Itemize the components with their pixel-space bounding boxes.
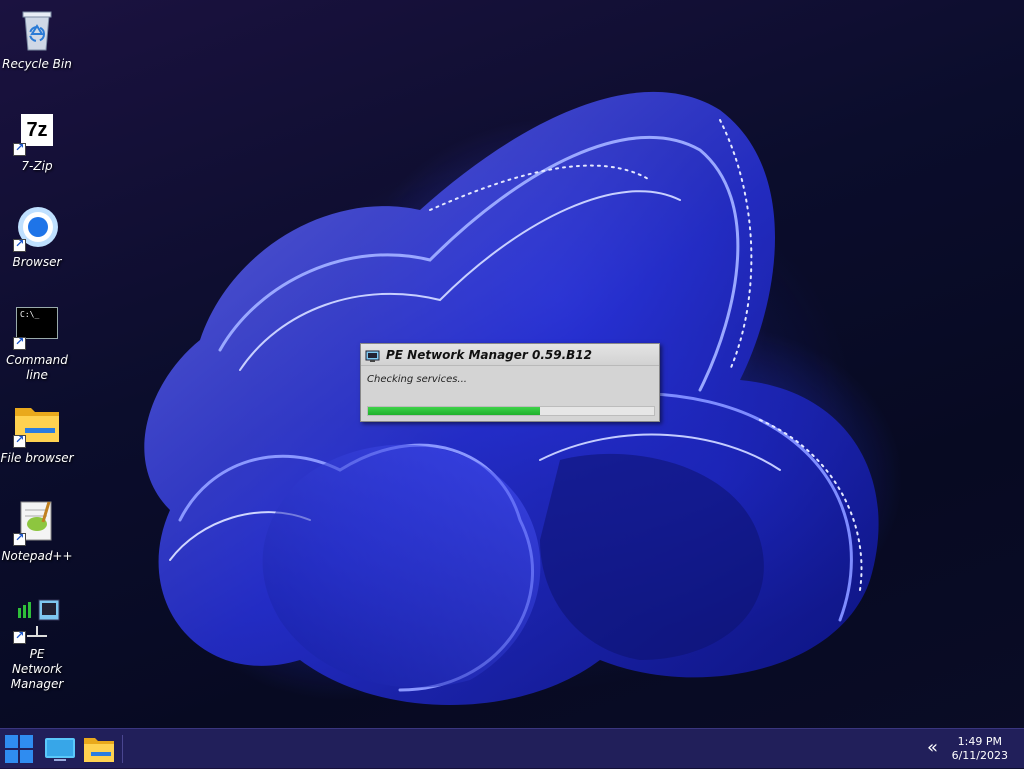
shortcut-arrow-icon xyxy=(13,141,26,156)
desktop-icon-label: Notepad++ xyxy=(1,549,73,563)
network-manager-icon xyxy=(13,596,61,644)
dialog-status-text: Checking services... xyxy=(367,374,467,385)
start-button[interactable] xyxy=(0,729,38,769)
windows-start-icon xyxy=(4,734,34,764)
taskbar: « 1:49 PM 6/11/2023 xyxy=(0,728,1024,768)
dialog-title: PE Network Manager 0.59.B12 xyxy=(386,347,593,362)
desktop-icon-recycle-bin[interactable]: Recycle Bin xyxy=(0,6,74,72)
shortcut-arrow-icon xyxy=(13,629,26,644)
notepad-icon xyxy=(13,498,61,546)
7zip-glyph: 7z xyxy=(26,118,48,141)
progress-bar xyxy=(367,406,655,416)
progress-bar-fill xyxy=(368,407,540,415)
taskbar-clock[interactable]: 1:49 PM 6/11/2023 xyxy=(952,735,1008,763)
taskbar-divider xyxy=(122,735,123,763)
desktop-icon-label: Browser xyxy=(12,255,62,269)
desktop-icon-label: 7-Zip xyxy=(21,159,53,173)
clock-time: 1:49 PM xyxy=(957,735,1002,748)
terminal-prompt: C:\_ xyxy=(20,310,40,319)
7zip-icon: 7z xyxy=(13,108,61,156)
desktop-icon-pe-network-manager[interactable]: PE Network Manager xyxy=(0,596,74,692)
shortcut-arrow-icon xyxy=(13,433,26,448)
desktop-icon-label: Recycle Bin xyxy=(2,57,72,71)
desktop-icon-browser[interactable]: Browser xyxy=(0,204,74,270)
clock-date: 6/11/2023 xyxy=(951,749,1008,762)
folder-icon xyxy=(13,400,61,448)
dialog-titlebar[interactable]: PE Network Manager 0.59.B12 xyxy=(361,344,659,366)
desktop-icon-label: PE Network Manager xyxy=(10,647,64,691)
desktop-icon-label: Command line xyxy=(6,353,68,382)
desktop-icon-notepad-plus-plus[interactable]: Notepad++ xyxy=(0,498,74,564)
recycle-bin-icon xyxy=(13,6,61,54)
terminal-icon: C:\_ xyxy=(13,302,61,350)
desktop-icon-label: File browser xyxy=(0,451,74,465)
network-manager-dialog: PE Network Manager 0.59.B12 Checking ser… xyxy=(360,343,660,422)
taskbar-pinned-file-browser[interactable] xyxy=(80,729,118,769)
taskbar-pinned-monitor[interactable] xyxy=(42,729,78,769)
browser-icon xyxy=(13,204,61,252)
folder-icon xyxy=(83,735,115,763)
chevron-double-left-icon[interactable]: « xyxy=(927,737,938,758)
desktop-icon-7zip[interactable]: 7z 7-Zip xyxy=(0,108,74,174)
monitor-icon xyxy=(44,736,76,762)
desktop-icon-command-line[interactable]: C:\_ Command line xyxy=(0,302,74,383)
shortcut-arrow-icon xyxy=(13,237,26,252)
desktop-icon-file-browser[interactable]: File browser xyxy=(0,400,74,466)
shortcut-arrow-icon xyxy=(13,531,26,546)
shortcut-arrow-icon xyxy=(13,335,26,350)
network-manager-icon xyxy=(365,348,380,362)
